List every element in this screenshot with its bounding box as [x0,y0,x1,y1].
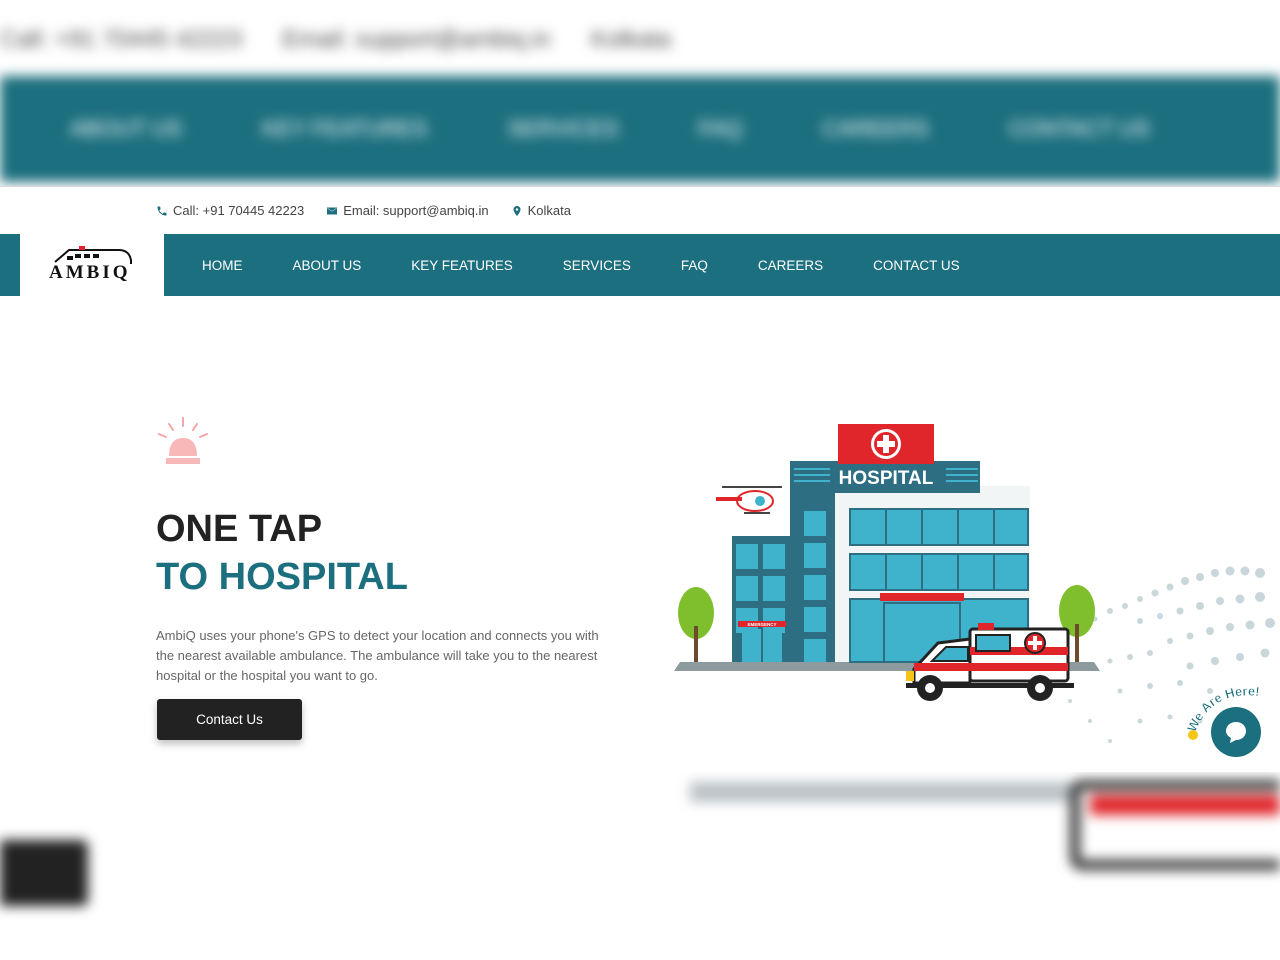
nav-key-features[interactable]: KEY FEATURES [411,258,513,273]
call-info[interactable]: Call: +91 70445 42223 [156,203,304,218]
blurred-nav: ABOUT US KEY FEATURES SERVICES FAQ CAREE… [0,76,1280,182]
map-pin-icon [513,205,521,216]
hero-title-line1: ONE TAP [156,508,323,550]
hospital-sign: HOSPITAL [839,468,934,489]
blurred-nav-item: ABOUT US [70,116,183,141]
blurred-call: Call: +91 70445 42223 [0,26,243,53]
blurred-topbar: Call: +91 70445 42223 Email: support@amb… [0,10,1280,70]
hero-title-line2: TO HOSPITAL [156,556,408,598]
nav-services[interactable]: SERVICES [563,258,631,273]
page: Call: +91 70445 42223 Email: support@amb… [0,186,1280,772]
nav-links: HOME ABOUT US KEY FEATURES SERVICES FAQ … [202,234,1010,296]
contact-us-button[interactable]: Contact Us [157,699,302,740]
nav-careers[interactable]: CAREERS [758,258,823,273]
nav-faq[interactable]: FAQ [681,258,708,273]
blurred-location: Kolkata [590,26,671,53]
main-navbar: AMBIQ HOME ABOUT US KEY FEATURES SERVICE… [0,232,1280,298]
logo-text: AMBIQ [49,262,131,283]
envelope-icon [327,207,338,214]
hero-section: ONE TAP TO HOSPITAL AmbiQ uses your phon… [0,296,1280,772]
helicopter [716,486,782,514]
blurred-email: Email: support@ambiq.in [282,26,551,53]
siren-icon [158,417,208,464]
blurred-nav-item: SERVICES [507,116,619,141]
blurred-nav-item: FAQ [698,116,743,141]
nav-home[interactable]: HOME [202,258,243,273]
location-text: Kolkata [527,203,572,218]
chat-button[interactable] [1211,707,1261,757]
email-info[interactable]: Email: support@ambiq.in [326,203,489,218]
blurred-ambulance-stripe [1090,795,1280,815]
blurred-nav-item: CAREERS [822,116,929,141]
blurred-nav-item: CONTACT US [1008,116,1150,141]
blurred-ambulance [1070,780,1280,870]
call-text: Call: +91 70445 42223 [173,203,305,218]
location-info: Kolkata [511,203,571,218]
nav-contact-us[interactable]: CONTACT US [873,258,960,273]
email-text: Email: support@ambiq.in [343,203,489,218]
chat-bubble-icon [1226,722,1246,743]
blurred-button [0,840,88,906]
nav-about-us[interactable]: ABOUT US [293,258,362,273]
phone-icon [157,206,167,215]
logo[interactable]: AMBIQ [20,232,164,298]
emergency-sign: EMERGENCY [747,622,776,627]
top-info-bar: Call: +91 70445 42223 Email: support@amb… [156,203,571,218]
blurred-nav-item: KEY FEATURES [262,116,428,141]
hero-description: AmbiQ uses your phone's GPS to detect yo… [156,628,599,683]
